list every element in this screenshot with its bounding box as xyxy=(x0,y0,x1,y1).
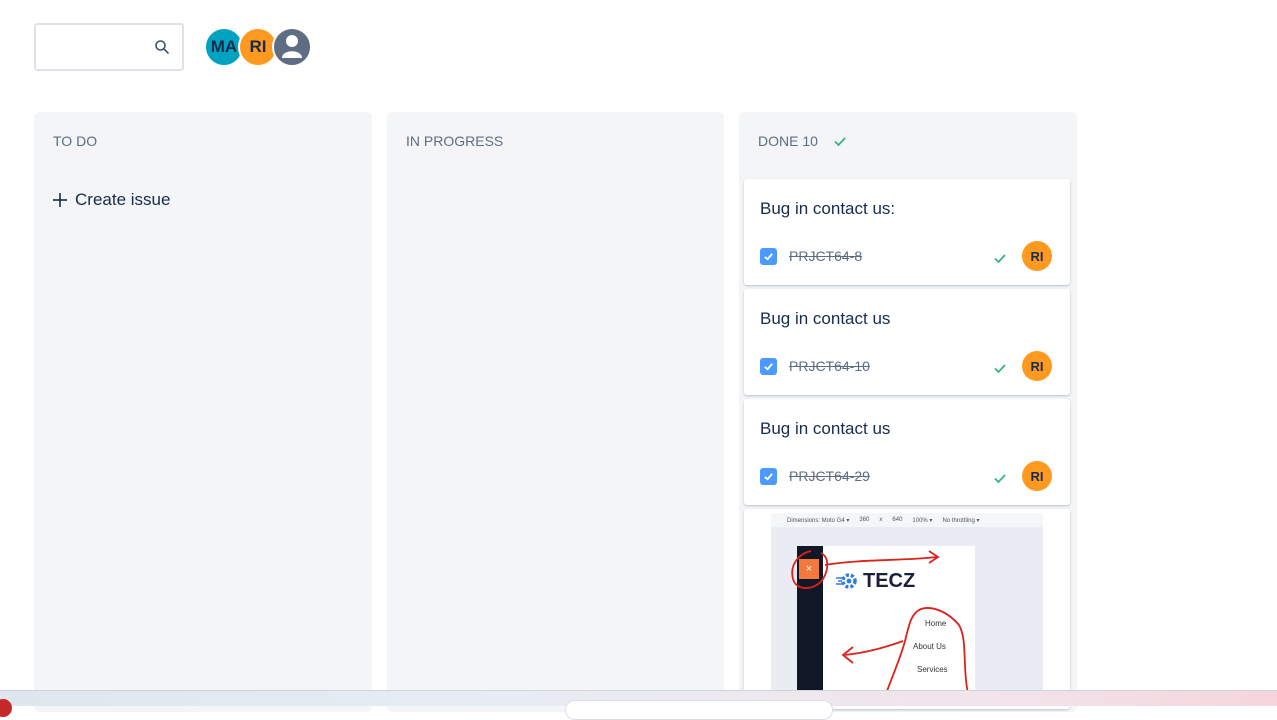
assignee-avatar[interactable]: RI xyxy=(1022,241,1052,271)
issue-key[interactable]: PRJCT64-29 xyxy=(789,468,870,484)
taskbar-search[interactable] xyxy=(565,700,833,720)
board-toolbar: MA RI xyxy=(34,23,312,71)
assignee-filter: MA RI xyxy=(204,27,312,67)
column-title-done: DONE 10 xyxy=(758,133,818,149)
task-type-icon xyxy=(760,247,777,265)
create-issue-button[interactable]: Create issue xyxy=(52,190,170,210)
assignee-avatar[interactable]: RI xyxy=(1022,461,1052,491)
assignee-avatar[interactable]: RI xyxy=(1022,351,1052,381)
column-title-in-progress: IN PROGRESS xyxy=(406,133,504,149)
column-title-done-wrap: DONE 10 xyxy=(758,133,848,149)
unassigned-user-icon[interactable] xyxy=(272,27,312,67)
issue-key[interactable]: PRJCT64-10 xyxy=(789,358,870,374)
issue-summary: Bug in contact us: xyxy=(760,199,896,218)
create-issue-label: Create issue xyxy=(75,190,171,209)
issue-card[interactable]: Bug in contact us: PRJCT64-8 RI xyxy=(744,179,1070,285)
issue-meta: PRJCT64-29 RI xyxy=(760,461,1052,491)
issue-meta: PRJCT64-10 RI xyxy=(760,351,1052,381)
attachment-screenshot: Dimensions: Moto G4 ▾ 360 x 640 100% ▾ N… xyxy=(771,513,1043,703)
check-icon xyxy=(834,137,846,147)
issue-summary: Bug in contact us xyxy=(760,419,891,438)
taskbar-strip xyxy=(0,690,1277,720)
column-title-todo: TO DO xyxy=(53,133,98,149)
column-done: DONE 10 Bug in contact us: PRJCT64-8 RI … xyxy=(739,112,1077,712)
search-icon xyxy=(155,40,169,54)
red-annotation-marks xyxy=(791,550,970,703)
issue-meta: PRJCT64-8 RI xyxy=(760,241,1052,271)
attachment-card[interactable]: Dimensions: Moto G4 ▾ 360 x 640 100% ▾ N… xyxy=(744,509,1070,709)
issue-key[interactable]: PRJCT64-8 xyxy=(789,248,862,264)
done-check-icon xyxy=(994,364,1006,374)
task-type-icon xyxy=(760,357,777,375)
plus-icon xyxy=(53,193,67,207)
issue-card[interactable]: Bug in contact us PRJCT64-10 RI xyxy=(744,289,1070,395)
notification-badge xyxy=(0,699,12,717)
done-check-icon xyxy=(994,254,1006,264)
issue-card[interactable]: Bug in contact us PRJCT64-29 RI xyxy=(744,399,1070,505)
issue-summary: Bug in contact us xyxy=(760,309,891,328)
column-in-progress: IN PROGRESS xyxy=(387,112,724,712)
search-input[interactable] xyxy=(36,25,146,69)
person-icon xyxy=(282,35,302,58)
task-type-icon xyxy=(760,467,777,485)
search-box[interactable] xyxy=(34,23,184,71)
done-check-icon xyxy=(994,474,1006,484)
column-todo: TO DO Create issue xyxy=(34,112,372,712)
